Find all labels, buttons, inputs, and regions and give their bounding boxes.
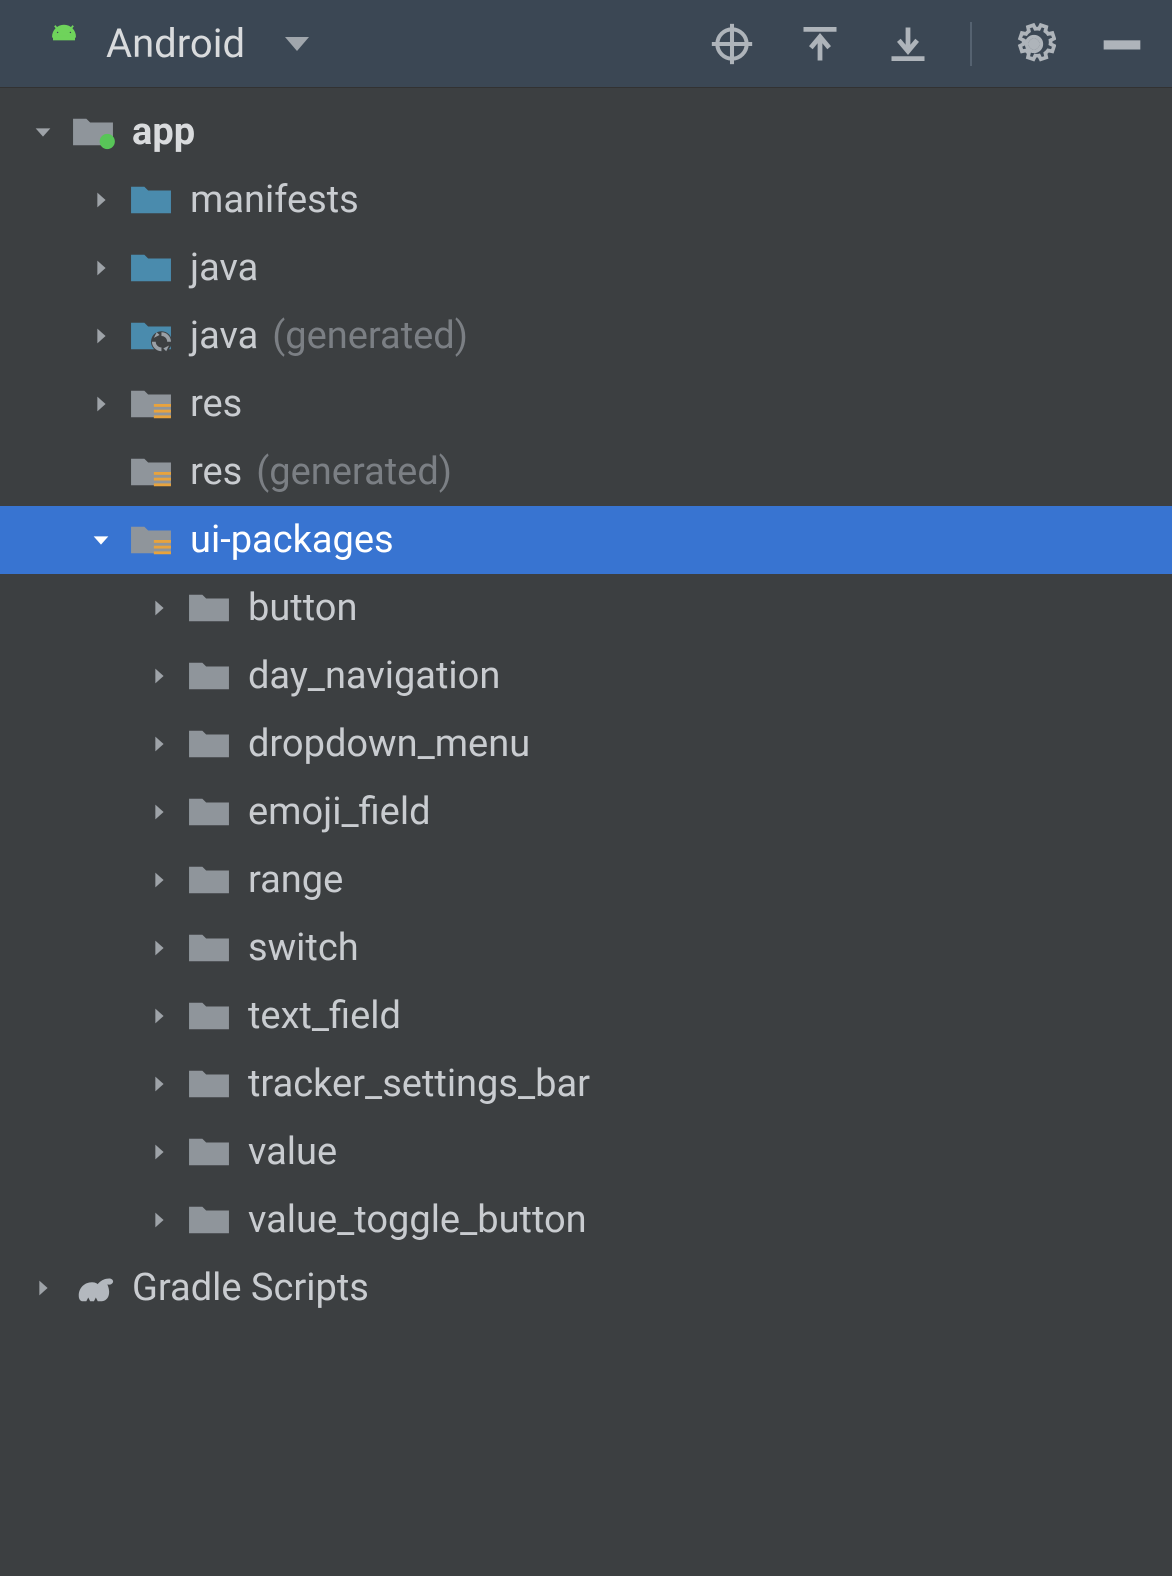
tree-node-label: res bbox=[190, 382, 242, 426]
gear-icon[interactable] bbox=[1012, 22, 1056, 66]
tree-node[interactable]: switch bbox=[0, 914, 1172, 982]
tree-node[interactable]: ui-packages bbox=[0, 506, 1172, 574]
folder-blue-icon bbox=[128, 248, 176, 288]
view-label: Android bbox=[106, 20, 245, 67]
folder-res-icon bbox=[128, 384, 176, 424]
chevron-right-icon[interactable] bbox=[146, 935, 172, 961]
gradle-icon bbox=[70, 1268, 118, 1308]
android-icon bbox=[42, 22, 86, 66]
folder-gray-icon bbox=[186, 928, 234, 968]
chevron-right-icon[interactable] bbox=[88, 323, 114, 349]
tree-node-label: emoji_field bbox=[248, 790, 431, 834]
tree-node-label: button bbox=[248, 586, 357, 630]
tree-node-label: value_toggle_button bbox=[248, 1198, 587, 1242]
chevron-right-icon[interactable] bbox=[146, 1071, 172, 1097]
folder-gray-icon bbox=[186, 588, 234, 628]
chevron-right-icon[interactable] bbox=[146, 663, 172, 689]
target-icon[interactable] bbox=[710, 22, 754, 66]
tree-node[interactable]: res (generated) bbox=[0, 438, 1172, 506]
chevron-down-icon[interactable] bbox=[30, 119, 56, 145]
tree-node-label: Gradle Scripts bbox=[132, 1266, 369, 1310]
tree-node-suffix: (generated) bbox=[272, 314, 468, 358]
module-icon bbox=[70, 112, 118, 152]
folder-gray-icon bbox=[186, 656, 234, 696]
folder-gray-icon bbox=[186, 724, 234, 764]
chevron-right-icon[interactable] bbox=[146, 731, 172, 757]
folder-gray-icon bbox=[186, 1200, 234, 1240]
tree-node-label: value bbox=[248, 1130, 337, 1174]
tree-node-label: tracker_settings_bar bbox=[248, 1062, 590, 1106]
folder-res-icon bbox=[128, 520, 176, 560]
tree-node[interactable]: range bbox=[0, 846, 1172, 914]
tree-node-label: range bbox=[248, 858, 343, 902]
chevron-right-icon[interactable] bbox=[88, 187, 114, 213]
folder-blue-icon bbox=[128, 180, 176, 220]
tree-node-label: java bbox=[190, 314, 258, 358]
tree-node-suffix: (generated) bbox=[256, 450, 452, 494]
tree-node-label: dropdown_menu bbox=[248, 722, 530, 766]
chevron-right-icon[interactable] bbox=[146, 867, 172, 893]
project-tree: app manifests java java (generated) res res (ge… bbox=[0, 88, 1172, 1322]
tree-node-label: java bbox=[190, 246, 258, 290]
tree-node[interactable]: Gradle Scripts bbox=[0, 1254, 1172, 1322]
chevron-down-icon[interactable] bbox=[88, 527, 114, 553]
folder-gray-icon bbox=[186, 1132, 234, 1172]
tree-node[interactable]: res bbox=[0, 370, 1172, 438]
tree-node[interactable]: value bbox=[0, 1118, 1172, 1186]
chevron-right-icon[interactable] bbox=[146, 1207, 172, 1233]
folder-gray-icon bbox=[186, 1064, 234, 1104]
chevron-right-icon[interactable] bbox=[146, 799, 172, 825]
tree-node[interactable]: dropdown_menu bbox=[0, 710, 1172, 778]
folder-gen-icon bbox=[128, 316, 176, 356]
chevron-right-icon[interactable] bbox=[146, 1139, 172, 1165]
tree-node[interactable]: text_field bbox=[0, 982, 1172, 1050]
tree-node[interactable]: day_navigation bbox=[0, 642, 1172, 710]
tree-node-label: res bbox=[190, 450, 242, 494]
folder-gray-icon bbox=[186, 792, 234, 832]
tree-node[interactable]: tracker_settings_bar bbox=[0, 1050, 1172, 1118]
tree-node-label: ui-packages bbox=[190, 518, 394, 562]
folder-res-icon bbox=[128, 452, 176, 492]
toolbar-separator bbox=[970, 22, 972, 66]
tree-node-label: text_field bbox=[248, 994, 401, 1038]
expand-all-icon[interactable] bbox=[798, 22, 842, 66]
tree-node-label: manifests bbox=[190, 178, 359, 222]
tree-node[interactable]: emoji_field bbox=[0, 778, 1172, 846]
chevron-right-icon[interactable] bbox=[88, 391, 114, 417]
project-toolbar: Android bbox=[0, 0, 1172, 88]
tree-node-label: switch bbox=[248, 926, 359, 970]
view-selector[interactable]: Android bbox=[42, 20, 309, 67]
tree-node[interactable]: button bbox=[0, 574, 1172, 642]
chevron-right-icon[interactable] bbox=[30, 1275, 56, 1301]
chevron-down-icon bbox=[285, 37, 309, 51]
tree-node-label: app bbox=[132, 110, 195, 154]
hide-icon[interactable] bbox=[1100, 22, 1144, 66]
tree-node[interactable]: value_toggle_button bbox=[0, 1186, 1172, 1254]
collapse-all-icon[interactable] bbox=[886, 22, 930, 66]
chevron-right-icon[interactable] bbox=[146, 595, 172, 621]
tree-node[interactable]: java (generated) bbox=[0, 302, 1172, 370]
chevron-right-icon[interactable] bbox=[146, 1003, 172, 1029]
tree-node[interactable]: manifests bbox=[0, 166, 1172, 234]
tree-node[interactable]: java bbox=[0, 234, 1172, 302]
tree-node-label: day_navigation bbox=[248, 654, 500, 698]
chevron-right-icon[interactable] bbox=[88, 255, 114, 281]
folder-gray-icon bbox=[186, 860, 234, 900]
folder-gray-icon bbox=[186, 996, 234, 1036]
tree-node[interactable]: app bbox=[0, 98, 1172, 166]
